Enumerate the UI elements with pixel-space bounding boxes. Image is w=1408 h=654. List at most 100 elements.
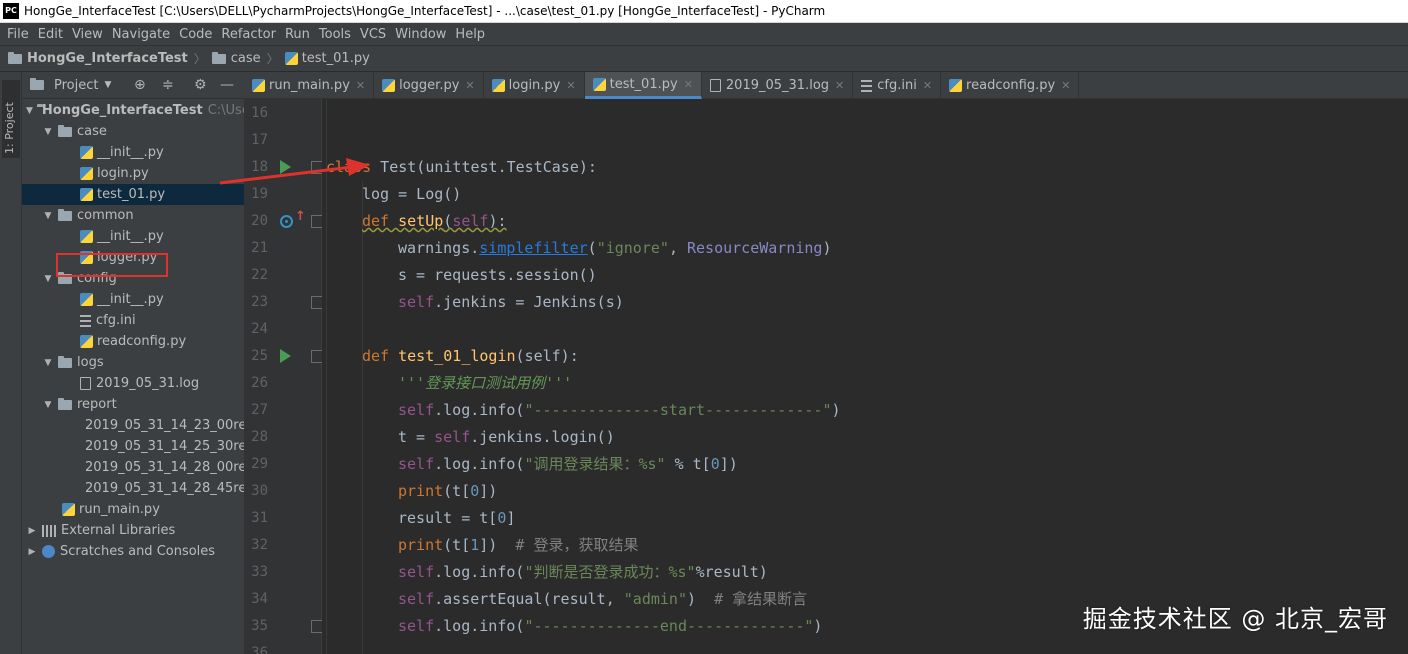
- tree-item-case-test01[interactable]: test_01.py: [22, 184, 244, 205]
- tree-item-config[interactable]: ▼ config: [22, 268, 244, 289]
- tree-item-report[interactable]: ▼ report: [22, 394, 244, 415]
- tree-item-label: 2019_05_31_14_28_45resu: [85, 481, 244, 496]
- python-file-icon: [80, 167, 93, 180]
- menu-window[interactable]: Window: [392, 27, 452, 42]
- expand-arrow-icon[interactable]: ▶: [26, 526, 38, 536]
- code-token: self: [398, 563, 435, 581]
- close-icon[interactable]: ✕: [1061, 79, 1070, 92]
- close-icon[interactable]: ✕: [356, 79, 365, 92]
- tree-item-config-init[interactable]: __init__.py: [22, 289, 244, 310]
- expand-arrow-icon[interactable]: ▼: [26, 106, 33, 116]
- tree-item-label: __init__.py: [97, 145, 164, 160]
- project-view-selector[interactable]: Project: [54, 78, 98, 93]
- tree-item-scratches[interactable]: ▶ Scratches and Consoles: [22, 541, 244, 562]
- window-title: HongGe_InterfaceTest [C:\Users\DELL\Pych…: [24, 4, 826, 18]
- tree-item-case[interactable]: ▼ case: [22, 121, 244, 142]
- expand-arrow-icon[interactable]: ▼: [42, 274, 54, 284]
- tree-item-report-3[interactable]: 2019_05_31_14_28_00resu: [22, 457, 244, 478]
- tree-item-common[interactable]: ▼ common: [22, 205, 244, 226]
- code-token: self: [398, 401, 435, 419]
- chevron-down-icon[interactable]: ▼: [104, 80, 111, 90]
- expand-arrow-icon[interactable]: ▼: [42, 127, 54, 137]
- tree-item-config-readconfig[interactable]: readconfig.py: [22, 331, 244, 352]
- run-test-class-icon[interactable]: [280, 160, 291, 174]
- tab-log-file[interactable]: 2019_05_31.log ✕: [702, 72, 854, 99]
- close-icon[interactable]: ✕: [684, 78, 693, 91]
- tab-readconfig[interactable]: readconfig.py ✕: [941, 72, 1080, 99]
- locate-target-icon[interactable]: ⊕: [134, 77, 146, 93]
- menu-run[interactable]: Run: [282, 27, 316, 42]
- code-token: setUp: [398, 212, 444, 230]
- tab-logger[interactable]: logger.py ✕: [374, 72, 484, 99]
- collapse-all-icon[interactable]: ≑: [162, 77, 174, 93]
- tree-item-config-cfg[interactable]: cfg.ini: [22, 310, 244, 331]
- code-token: "调用登录结果：%s": [524, 455, 666, 473]
- menu-tools[interactable]: Tools: [316, 27, 357, 42]
- breadcrumb-file[interactable]: test_01.py: [284, 51, 370, 66]
- tab-login[interactable]: login.py ✕: [484, 72, 585, 99]
- code-token: self: [452, 212, 489, 230]
- tab-cfg[interactable]: cfg.ini ✕: [853, 72, 942, 99]
- breadcrumb-project[interactable]: HongGe_InterfaceTest: [8, 51, 188, 66]
- menu-code[interactable]: Code: [176, 27, 218, 42]
- tree-item-report-1[interactable]: 2019_05_31_14_23_00resu: [22, 415, 244, 436]
- breadcrumb-project-label: HongGe_InterfaceTest: [27, 51, 188, 66]
- indent-guide: [326, 99, 327, 654]
- tree-item-root[interactable]: ▼ HongGe_InterfaceTest C:\Users: [22, 100, 244, 121]
- code-line-30: print(t[0]): [398, 482, 498, 500]
- gear-icon[interactable]: ⚙: [194, 77, 207, 93]
- folder-icon: [58, 124, 72, 137]
- tree-item-case-init[interactable]: __init__.py: [22, 142, 244, 163]
- code-token: log = Log(): [362, 185, 462, 203]
- tree-item-case-login[interactable]: login.py: [22, 163, 244, 184]
- expand-arrow-icon[interactable]: ▼: [42, 358, 54, 368]
- folder-icon: [8, 51, 22, 64]
- tree-item-report-2[interactable]: 2019_05_31_14_25_30resu: [22, 436, 244, 457]
- line-number: 32: [251, 537, 268, 553]
- python-file-icon: [80, 335, 93, 348]
- run-test-method-icon[interactable]: [280, 349, 291, 363]
- code-token: .log.info(: [434, 617, 525, 635]
- tree-item-common-logger[interactable]: logger.py: [22, 247, 244, 268]
- menu-help[interactable]: Help: [452, 27, 491, 42]
- python-file-icon: [949, 79, 963, 92]
- code-token: def: [362, 347, 390, 365]
- tree-item-logs-file[interactable]: 2019_05_31.log: [22, 373, 244, 394]
- line-number: 29: [251, 456, 268, 472]
- expand-arrow-icon[interactable]: ▶: [26, 547, 38, 557]
- tab-test01[interactable]: test_01.py ✕: [584, 72, 702, 99]
- code-token: .log.info(: [434, 401, 525, 419]
- tree-item-label: HongGe_InterfaceTest: [41, 103, 203, 118]
- line-number: 25: [251, 348, 268, 364]
- override-method-icon[interactable]: [280, 215, 293, 228]
- python-file-icon: [80, 146, 93, 159]
- menu-vcs[interactable]: VCS: [357, 27, 392, 42]
- close-icon[interactable]: ✕: [465, 79, 474, 92]
- python-file-icon: [80, 188, 93, 201]
- code-token: def: [362, 212, 390, 230]
- tree-item-path: C:\Users: [207, 103, 244, 118]
- expand-arrow-icon[interactable]: ▼: [42, 400, 54, 410]
- code-editor[interactable]: class Test(unittest.TestCase): log = Log…: [322, 99, 1408, 654]
- minimize-icon[interactable]: —: [220, 77, 234, 93]
- tree-item-external-libraries[interactable]: ▶ External Libraries: [22, 520, 244, 541]
- tree-item-common-init[interactable]: __init__.py: [22, 226, 244, 247]
- tab-run-main[interactable]: run_main.py ✕: [244, 72, 375, 99]
- breadcrumb-folder[interactable]: case: [211, 51, 261, 66]
- tree-item-run-main[interactable]: run_main.py: [22, 499, 244, 520]
- code-token: Test(unittest.TestCase):: [371, 158, 597, 176]
- menu-edit[interactable]: Edit: [35, 27, 69, 42]
- menu-refactor[interactable]: Refactor: [218, 27, 282, 42]
- expand-arrow-icon[interactable]: ▼: [42, 211, 54, 221]
- editor-gutter: 16 17 18 19 20 21 22 23 24 25 26 27 28 2…: [244, 99, 324, 654]
- tree-item-logs[interactable]: ▼ logs: [22, 352, 244, 373]
- menu-navigate[interactable]: Navigate: [109, 27, 176, 42]
- close-icon[interactable]: ✕: [566, 79, 575, 92]
- close-icon[interactable]: ✕: [835, 79, 844, 92]
- menu-file[interactable]: File: [4, 27, 35, 42]
- tree-item-report-4[interactable]: 2019_05_31_14_28_45resu: [22, 478, 244, 499]
- menu-view[interactable]: View: [69, 27, 109, 42]
- close-icon[interactable]: ✕: [923, 79, 932, 92]
- python-file-icon: [284, 52, 298, 65]
- ini-file-icon: [80, 314, 91, 327]
